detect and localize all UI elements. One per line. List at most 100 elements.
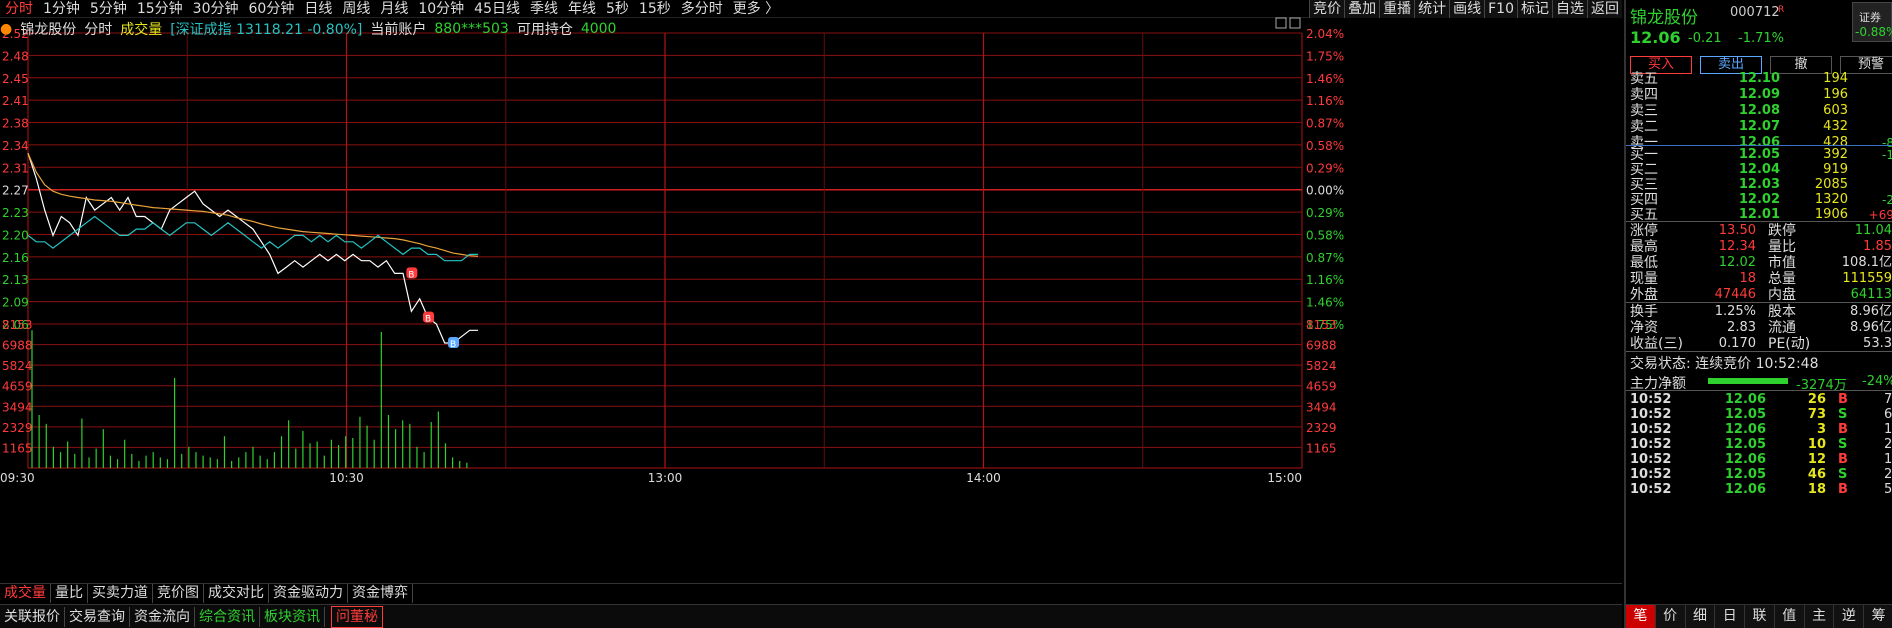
pct-tick-label: 0.00%: [1306, 184, 1344, 198]
indicator-tab[interactable]: 竞价图: [153, 584, 204, 603]
intraday-chart[interactable]: 2.52 2.04%2.48 1.75%2.45 1.46%2.41 1.16%2.38…: [0, 0, 1346, 583]
price-tick-label: 2.09: [2, 296, 29, 310]
volume-tick-label-right: 2329: [1306, 421, 1337, 435]
pct-tick-label: 1.75%: [1306, 49, 1344, 63]
trade-state: 交易状态: 连续竞价 10:52:48: [1630, 356, 1819, 372]
chart-header: ● 锦龙股份 分时 成交量 [深证成指 13118.21 -0.80%] 当前账…: [0, 19, 624, 39]
tool-button[interactable]: 统计: [1414, 0, 1450, 18]
indicator-tab[interactable]: 资金驱动力: [269, 584, 348, 603]
volume-tick-label-right: 3494: [1306, 400, 1337, 414]
price-tick-label: 2.31: [2, 161, 29, 175]
time-label: 15:00: [1267, 471, 1302, 485]
pct-tick-label: 0.87%: [1306, 117, 1344, 131]
main-force-label: 主力净额: [1630, 376, 1686, 392]
status-bar: 关联报价 交易查询 资金流向 综合资讯 板块资讯 问董秘: [0, 604, 1622, 628]
chart-indicator: 成交量: [120, 22, 163, 38]
tool-button[interactable]: 标记: [1517, 0, 1552, 18]
volume-tick-label: 2329: [2, 421, 33, 435]
quote-price: 12.06: [1630, 28, 1681, 47]
quote-tab[interactable]: 价: [1656, 605, 1686, 628]
price-tick-label: 2.41: [2, 94, 29, 108]
quote-tab[interactable]: 日: [1715, 605, 1746, 628]
indicator-tab[interactable]: 资金博弈: [348, 584, 413, 603]
quote-tab[interactable]: 筹: [1864, 605, 1892, 628]
tool-button[interactable]: 叠加: [1344, 0, 1380, 18]
tick-count: 5: [1884, 482, 1892, 497]
volume-tick-label: 3494: [2, 400, 33, 414]
indicator-tab[interactable]: 量比: [51, 584, 88, 603]
holding-value: 4000: [580, 21, 617, 37]
status-button[interactable]: 交易查询: [65, 606, 130, 627]
status-button[interactable]: 关联报价: [0, 606, 65, 627]
main-force-bar: [1708, 378, 1788, 384]
pct-tick-label: 0.58%: [1306, 228, 1344, 242]
tick-time: 10:52: [1630, 482, 1672, 497]
tool-button[interactable]: 画线: [1449, 0, 1485, 18]
quote-stock-code: 000712: [1730, 5, 1780, 20]
sector-badge[interactable]: 证券 -0.88%: [1852, 2, 1892, 42]
status-news-button[interactable]: 板块资讯: [260, 606, 325, 627]
pct-tick-label: 1.46%: [1306, 72, 1344, 86]
account-label: 当前账户: [370, 22, 427, 38]
tool-button[interactable]: F10: [1484, 0, 1517, 18]
volume-tick-label-right: 5824: [1306, 359, 1337, 373]
pct-tick-label: 0.87%: [1306, 251, 1344, 265]
price-tick-label: 2.16: [2, 251, 29, 265]
price-tick-label: 2.45: [2, 72, 29, 86]
tool-buttons: 竞价 叠加 重播 统计 画线 F10 标记 自选 返回: [1309, 0, 1622, 18]
quote-tab[interactable]: 逆: [1834, 605, 1865, 628]
quote-pct: -1.71%: [1738, 31, 1784, 46]
volume-tick-label: 5824: [2, 359, 33, 373]
quote-tab[interactable]: 笔: [1626, 605, 1656, 628]
tick-volume: 18: [1807, 482, 1826, 497]
main-force-pct: -24%: [1862, 374, 1892, 389]
volume-tick-label: 8153: [2, 318, 33, 332]
indicator-tab[interactable]: 成交对比: [204, 584, 269, 603]
pct-tick-label: 0.29%: [1306, 161, 1344, 175]
chart-index-info: [深证成指 13118.21 -0.80%]: [170, 22, 363, 38]
main-force-net: 主力净额 -3274万 -24%: [1626, 371, 1892, 393]
tick-price: 12.06: [1724, 482, 1766, 497]
chart-stock-name: 锦龙股份: [20, 22, 77, 38]
buy-marker-label: B: [425, 315, 431, 325]
buy-marker-label: B: [450, 340, 456, 350]
price-tick-label: 2.27: [2, 184, 29, 198]
sector-badge-label: 证券: [1859, 11, 1881, 24]
quote-tab[interactable]: 值: [1775, 605, 1805, 628]
price-tick-label: 2.13: [2, 273, 29, 287]
pct-tick-label: 2.04%: [1306, 27, 1344, 41]
volume-tick-label: 6988: [2, 339, 33, 353]
volume-tick-label-right: 6988: [1306, 339, 1337, 353]
indicator-tab[interactable]: 成交量: [0, 584, 51, 603]
chart-dot-icon: ●: [0, 21, 13, 37]
volume-tick-label-right: 8153: [1306, 318, 1337, 332]
quote-tab[interactable]: 联: [1745, 605, 1775, 628]
time-label: 14:00: [966, 471, 1001, 485]
buy-marker-label: B: [408, 270, 414, 280]
tool-button[interactable]: 返回: [1587, 0, 1622, 18]
indicator-tab[interactable]: 买卖力道: [88, 584, 153, 603]
volume-tick-label: 1165: [2, 441, 33, 455]
tool-button[interactable]: 自选: [1552, 0, 1587, 18]
status-button[interactable]: 资金流向: [130, 606, 195, 627]
status-news-button[interactable]: 综合资讯: [195, 606, 260, 627]
account-value: 880***503: [434, 21, 509, 37]
tick-row: 10:52 12.06 18 B 5: [1626, 481, 1892, 499]
quote-tab[interactable]: 主: [1805, 605, 1835, 628]
pct-tick-label: 0.29%: [1306, 206, 1344, 220]
ask-secretary-button[interactable]: 问董秘: [331, 605, 383, 628]
quote-header: 锦龙股份 000712 R 12.06 -0.21 -1.71% 证券 -0.8…: [1626, 0, 1892, 47]
indicator-tabs: 成交量 量比 买卖力道 竞价图 成交对比 资金驱动力 资金博弈: [0, 583, 1622, 603]
zoom-out-icon: [1289, 17, 1301, 29]
volume-tick-label-right: 1165: [1306, 441, 1337, 455]
quote-tabs: 笔价细日联值主逆筹: [1626, 604, 1892, 628]
zoom-in-icon: [1275, 17, 1287, 29]
quote-flag: R: [1778, 5, 1785, 15]
price-tick-label: 2.20: [2, 228, 29, 242]
time-label: 10:30: [329, 471, 364, 485]
pct-tick-label: 1.46%: [1306, 296, 1344, 310]
volume-tick-label-right: 4659: [1306, 380, 1337, 394]
quote-tab[interactable]: 细: [1686, 605, 1716, 628]
tool-button[interactable]: 重播: [1379, 0, 1415, 18]
stats-divider: [1626, 351, 1892, 352]
